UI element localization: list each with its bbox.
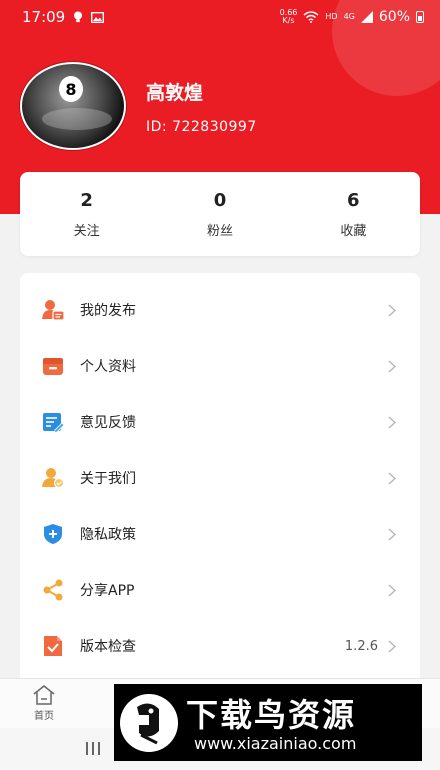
avatar-art-shadow	[42, 108, 112, 130]
stats-card: 2 关注 0 粉丝 6 收藏	[20, 172, 420, 256]
about-user-icon	[42, 467, 64, 489]
status-time: 17:09	[22, 8, 66, 26]
menu-item-share[interactable]: 分享APP	[20, 562, 420, 618]
chevron-right-icon	[388, 471, 396, 485]
status-bar: 17:09 0.66 K/s HD 4G 60%	[0, 0, 440, 34]
chevron-right-icon	[388, 527, 396, 541]
share-icon	[42, 579, 64, 601]
menu-item-profile[interactable]: 个人资料	[20, 338, 420, 394]
menu-item-label: 意见反馈	[80, 415, 136, 431]
menu-item-about[interactable]: 关于我们	[20, 450, 420, 506]
menu-item-label: 关于我们	[80, 471, 136, 487]
feedback-icon	[42, 411, 64, 433]
chevron-right-icon	[388, 415, 396, 429]
home-icon	[33, 685, 55, 705]
menu-item-label: 隐私政策	[80, 527, 136, 543]
user-post-icon	[42, 299, 64, 321]
stat-label: 粉丝	[206, 223, 233, 239]
stat-value: 2	[80, 189, 93, 211]
wifi-icon	[303, 11, 319, 23]
menu-item-version[interactable]: 版本检查 1.2.6	[20, 618, 420, 674]
signal-icon	[360, 11, 373, 23]
chevron-right-icon	[388, 583, 396, 597]
network-speed: 0.66 K/s	[279, 8, 298, 25]
network-type: 4G	[343, 12, 355, 21]
profile-name: 高敦煌	[146, 81, 204, 104]
stat-fans[interactable]: 0 粉丝	[153, 172, 286, 256]
menu-item-label: 分享APP	[80, 583, 135, 599]
battery-icon	[416, 11, 424, 23]
hd-indicator: HD	[325, 12, 338, 21]
chevron-right-icon	[388, 303, 396, 317]
version-doc-icon	[42, 635, 64, 657]
menu-card: 我的发布 个人资料 意见反馈 关于我们 隐私政策 分享APP 版本检查 1.2.…	[20, 273, 420, 703]
avatar-art-ball: 8	[59, 76, 83, 102]
profile-header: 8 高敦煌 ID: 722830997	[20, 62, 257, 150]
tab-home-label: 首页	[34, 711, 54, 722]
shield-icon	[42, 523, 64, 545]
profile-id: ID: 722830997	[146, 118, 257, 135]
avatar[interactable]: 8	[20, 62, 126, 150]
stat-following[interactable]: 2 关注	[20, 172, 153, 256]
chevron-right-icon	[388, 639, 396, 653]
stat-value: 6	[347, 189, 360, 211]
stat-favorites[interactable]: 6 收藏	[287, 172, 420, 256]
stat-label: 关注	[73, 223, 100, 239]
menu-item-my-posts[interactable]: 我的发布	[20, 282, 420, 338]
notification-bulb-icon	[74, 11, 83, 23]
recent-apps-button[interactable]	[86, 742, 100, 755]
menu-item-privacy[interactable]: 隐私政策	[20, 506, 420, 562]
version-number: 1.2.6	[344, 638, 378, 654]
profile-box-icon	[42, 355, 64, 377]
watermark-bird-logo	[120, 694, 178, 752]
stat-value: 0	[213, 189, 227, 211]
menu-item-label: 个人资料	[80, 359, 136, 375]
image-notification-icon	[91, 11, 105, 23]
battery-percent: 60%	[378, 9, 410, 25]
watermark-title: 下载鸟资源	[186, 696, 357, 734]
watermark-url: www.xiazainiao.com	[194, 734, 357, 753]
watermark-overlay: 下载鸟资源 www.xiazainiao.com	[114, 684, 422, 761]
menu-item-label: 版本检查	[80, 639, 136, 655]
tab-home[interactable]: 首页	[24, 685, 64, 722]
menu-item-label: 我的发布	[80, 303, 136, 319]
menu-item-feedback[interactable]: 意见反馈	[20, 394, 420, 450]
stat-label: 收藏	[340, 223, 367, 239]
chevron-right-icon	[388, 359, 396, 373]
